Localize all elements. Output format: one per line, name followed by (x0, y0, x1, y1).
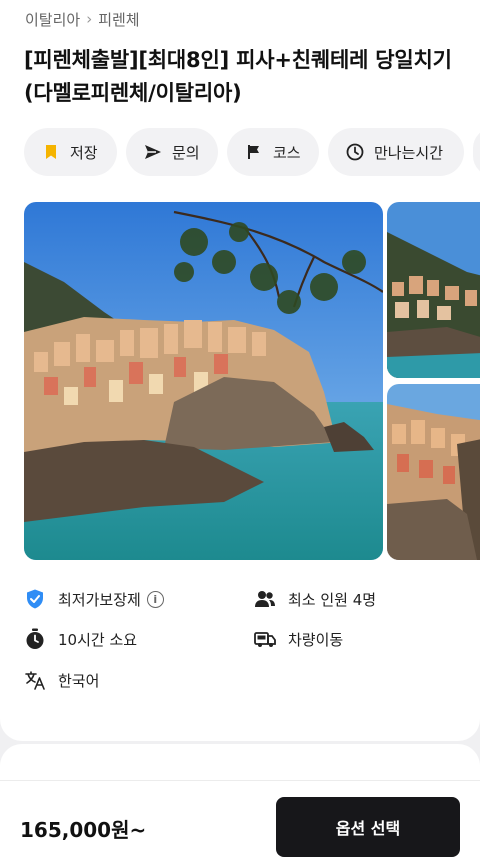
transport: 차량이동 (254, 628, 343, 650)
main-photo[interactable] (24, 202, 383, 560)
price-guarantee-label: 최저가보장제 (58, 590, 141, 609)
people-icon (254, 588, 276, 610)
course-label: 코스 (273, 143, 301, 162)
photo-gallery (24, 202, 480, 560)
price: 165,000원~ (20, 818, 147, 842)
select-option-button[interactable]: 옵션 선택 (276, 797, 460, 857)
stopwatch-icon (24, 628, 46, 650)
shield-check-icon (24, 588, 46, 610)
purchase-bar: 165,000원~ 옵션 선택 (0, 780, 480, 864)
breadcrumb-city[interactable]: 피렌체 (98, 9, 139, 30)
side-photo-2[interactable] (387, 384, 480, 560)
duration: 10시간 소요 (24, 628, 137, 650)
flag-icon (245, 143, 263, 161)
meeting-time-button[interactable]: 만나는시간 (328, 128, 464, 176)
chevron-right-icon: › (86, 10, 93, 28)
send-icon (144, 143, 162, 161)
save-label: 저장 (70, 143, 98, 162)
language: 한국어 (24, 669, 99, 691)
min-people: 최소 인원 4명 (254, 588, 376, 610)
product-card: 이탈리아 › 피렌체 [피렌체출발][최대8인] 피사+친퀘테레 당일치기 (다… (0, 0, 480, 741)
page-title: [피렌체출발][최대8인] 피사+친퀘테레 당일치기 (다멜로피렌체/이탈리아) (24, 48, 452, 105)
side-photo-1[interactable] (387, 202, 480, 378)
breadcrumb-country[interactable]: 이탈리아 (25, 9, 80, 30)
min-people-label: 최소 인원 4명 (288, 590, 377, 609)
more-chip[interactable] (473, 128, 480, 176)
translate-icon (24, 669, 46, 691)
language-label: 한국어 (58, 671, 100, 690)
inquiry-label: 문의 (172, 143, 200, 162)
action-chips: 저장 문의 코스 만나는시간 (24, 128, 480, 176)
bookmark-icon (42, 143, 60, 161)
info-icon[interactable]: i (146, 590, 164, 608)
clock-icon (346, 143, 364, 161)
inquiry-button[interactable]: 문의 (126, 128, 218, 176)
meeting-time-label: 만나는시간 (374, 143, 444, 162)
price-guarantee[interactable]: 최저가보장제 i (24, 588, 164, 610)
vehicle-icon (254, 628, 276, 650)
breadcrumb: 이탈리아 › 피렌체 (25, 8, 140, 30)
course-button[interactable]: 코스 (227, 128, 319, 176)
duration-label: 10시간 소요 (58, 630, 138, 649)
save-button[interactable]: 저장 (24, 128, 117, 176)
transport-label: 차량이동 (288, 630, 344, 649)
